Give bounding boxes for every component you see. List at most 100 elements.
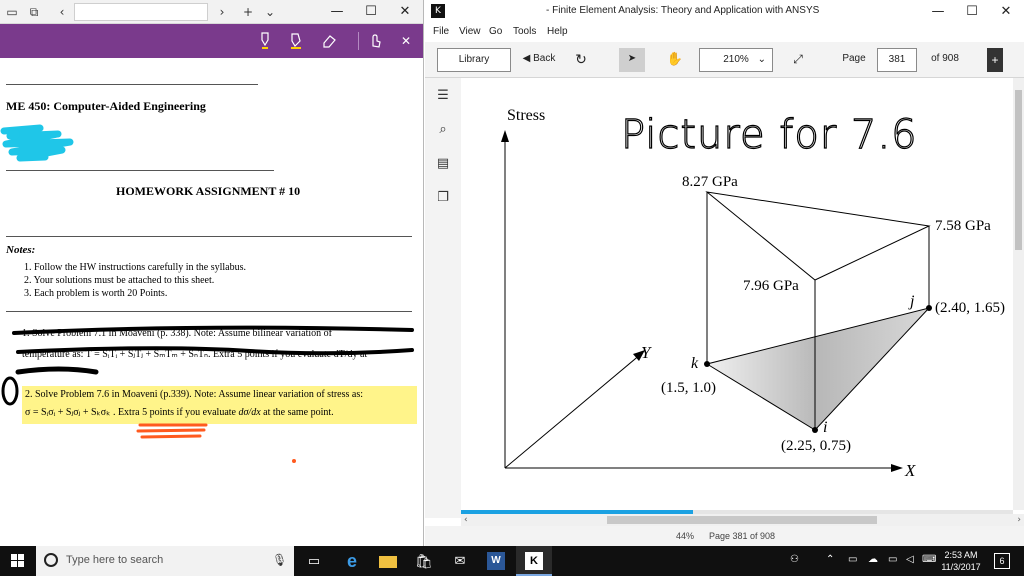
minimize-button[interactable]: —: [322, 2, 352, 22]
network-icon[interactable]: ▭: [848, 554, 857, 565]
document-title: - Finite Element Analysis: Theory and Ap…: [546, 5, 820, 16]
vertical-scrollbar[interactable]: [1013, 78, 1024, 510]
status-bar: 44% Page 381 of 908: [425, 526, 1024, 546]
cyan-scribble: [0, 124, 74, 162]
orange-underline: [140, 434, 202, 439]
battery-icon[interactable]: ▭: [888, 554, 897, 565]
course-title: ME 450: Computer-Aided Engineering: [6, 99, 206, 113]
scroll-right-icon[interactable]: ›: [1017, 514, 1021, 526]
new-tab-icon[interactable]: +: [240, 4, 256, 20]
document-page: Stress X Y 8.27 GPa 7.58 GPa 7.96 GPa j: [461, 78, 1013, 510]
copy-pages-icon[interactable]: ❐: [435, 190, 451, 206]
back-button[interactable]: ◀ Back: [519, 48, 559, 72]
pdf-viewer-window: K - Finite Element Analysis: Theory and …: [425, 0, 1024, 546]
microphone-icon[interactable]: 🎙: [272, 553, 287, 567]
fit-page-icon[interactable]: ⤢: [787, 48, 809, 72]
scroll-thumb[interactable]: [1015, 90, 1022, 250]
word-icon[interactable]: W: [478, 546, 514, 576]
cyan-scribble: [8, 128, 20, 140]
menu-tools[interactable]: Tools: [513, 26, 536, 37]
pan-tool-icon[interactable]: ✋: [663, 48, 687, 72]
orange-underline: [136, 428, 206, 433]
divider: [6, 236, 412, 237]
eraser-icon[interactable]: [320, 32, 338, 50]
arrowhead-icon: [891, 464, 903, 472]
volume-icon[interactable]: ◁: [906, 554, 914, 565]
menu-file[interactable]: File: [433, 26, 449, 37]
back-arrow-icon: ◀: [522, 53, 534, 64]
tab-scroll-icon[interactable]: ›: [214, 4, 230, 20]
node-k: [704, 361, 710, 367]
people-icon[interactable]: ⚇: [790, 554, 799, 565]
node-k-coord: (1.5, 1.0): [661, 380, 716, 396]
set-aside-tabs-icon[interactable]: ⧉: [26, 4, 42, 20]
note-item: 1. Follow the HW instructions carefully …: [24, 262, 247, 273]
browser-window: ▭ ⧉ ‹ › + ⌄ — ☐ ✕ ✕ ME 450: Computer-Aid…: [0, 0, 424, 546]
close-button[interactable]: ✕: [390, 2, 420, 22]
zoom-value: 210%: [723, 54, 749, 65]
page-count: of 908: [931, 53, 959, 64]
menu-go[interactable]: Go: [489, 26, 502, 37]
problem-1-text: 1. Solve Problem 7.1 in Moaveni (p. 338)…: [22, 328, 332, 339]
derivative-term: dσ/dx: [238, 407, 261, 418]
note-item: 2. Your solutions must be attached to th…: [24, 275, 215, 286]
mail-icon[interactable]: ✉: [442, 546, 478, 576]
touch-writing-icon[interactable]: [366, 32, 384, 50]
menu-help[interactable]: Help: [547, 26, 568, 37]
close-icon[interactable]: ✕: [398, 32, 414, 50]
arrowhead-icon: [501, 130, 509, 142]
search-icon: [44, 553, 58, 567]
stress-diagram: Stress X Y 8.27 GPa 7.58 GPa 7.96 GPa j: [501, 107, 1005, 480]
orange-dot: [292, 459, 296, 463]
file-explorer-icon[interactable]: [370, 546, 406, 576]
scroll-thumb[interactable]: [607, 516, 877, 524]
divider: [6, 170, 274, 171]
inking-toolbar: ✕: [0, 24, 423, 58]
tab-preview-icon[interactable]: ▭: [4, 4, 20, 20]
task-view-icon[interactable]: ▭: [296, 546, 332, 576]
ink-annotations: [0, 124, 414, 463]
back-arrow-icon[interactable]: ‹: [54, 4, 70, 20]
search-icon[interactable]: ⌕: [435, 122, 451, 138]
problem-2-text-cont: σ = Sᵢσᵢ + Sⱼσⱼ + Sₖσₖ . Extra 5 points …: [25, 407, 334, 418]
close-button[interactable]: ✕: [991, 2, 1021, 22]
horizontal-scrollbar[interactable]: ‹ ›: [461, 514, 1024, 526]
refresh-icon[interactable]: ↻: [571, 48, 591, 72]
pdf-viewer-icon[interactable]: K: [516, 546, 552, 576]
edge-icon[interactable]: e: [334, 546, 370, 576]
browser-tab-bar: ▭ ⧉ ‹ › + ⌄ — ☐ ✕: [0, 0, 423, 24]
start-button[interactable]: [0, 546, 36, 576]
scroll-left-icon[interactable]: ‹: [464, 514, 468, 526]
notification-center-icon[interactable]: 6: [994, 553, 1010, 569]
select-tool-icon[interactable]: ➤: [619, 48, 645, 72]
menu-view[interactable]: View: [459, 26, 481, 37]
maximize-button[interactable]: ☐: [356, 2, 386, 22]
menu-bar: File View Go Tools Help: [425, 24, 1024, 42]
notification-count: 6: [999, 556, 1005, 566]
notes-icon[interactable]: ▤: [435, 156, 451, 172]
menu-toggle-icon[interactable]: ☰: [435, 88, 451, 104]
taskbar-search[interactable]: Type here to search 🎙: [36, 546, 294, 576]
highlighter-icon[interactable]: [288, 32, 306, 50]
bookmark-add-icon[interactable]: +: [987, 48, 1003, 72]
store-icon[interactable]: 🛍: [406, 546, 442, 576]
tab-list-icon[interactable]: ⌄: [262, 4, 278, 20]
divider: [6, 84, 258, 85]
active-tab[interactable]: [74, 3, 208, 21]
minimize-button[interactable]: —: [923, 2, 953, 22]
pen-icon[interactable]: [256, 32, 274, 50]
node-j-label: j: [908, 293, 915, 310]
onedrive-icon[interactable]: ☁: [868, 554, 878, 565]
taskbar: Type here to search 🎙 ▭ e 🛍 ✉ W K ⚇ ⌃ ▭ …: [0, 546, 1024, 576]
desktop: ▭ ⧉ ‹ › + ⌄ — ☐ ✕ ✕ ME 450: Computer-Aid…: [0, 0, 1024, 576]
maximize-button[interactable]: ☐: [957, 2, 987, 22]
status-page: Page 381 of 908: [709, 531, 776, 541]
library-button[interactable]: Library: [437, 48, 511, 72]
ime-icon[interactable]: ⌨: [922, 554, 936, 565]
chevron-up-icon[interactable]: ⌃: [826, 554, 834, 565]
system-clock[interactable]: 2:53 AM 11/3/2017: [936, 549, 986, 573]
page-number-input[interactable]: 381: [877, 48, 917, 72]
windows-logo-icon: [11, 554, 24, 567]
toolbar-divider: [358, 32, 359, 50]
zoom-select[interactable]: 210% ⌄: [699, 48, 773, 72]
